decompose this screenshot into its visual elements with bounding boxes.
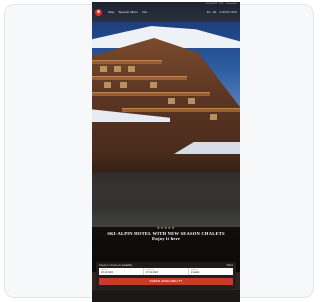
site-header: ✱ Stay Special offers Info EN · DE ☰ BOO… — [92, 2, 240, 22]
balcony — [122, 108, 240, 112]
star-rating: ★★★★★ — [156, 226, 176, 230]
guests-field[interactable]: Guests 2 Adults — [189, 268, 233, 275]
top-strip: +43 (0)5583 · 2222 Newsletter — [205, 3, 237, 5]
balcony — [92, 76, 187, 80]
offers-link[interactable]: Offers — [227, 264, 233, 267]
header-utility: EN · DE ☰ BOOK NOW — [207, 11, 237, 14]
balcony — [92, 92, 210, 96]
hero-headline: SKI-ALPIN HOTEL WITH NEW SEASON CHALETS … — [98, 231, 234, 242]
book-now-link[interactable]: ☰ BOOK NOW — [219, 11, 237, 14]
booking-label: Check-in / check-out availability — [99, 264, 133, 267]
check-availability-button[interactable]: CHECK AVAILABILITY — [99, 278, 233, 285]
guests-value: 2 Adults — [191, 271, 200, 274]
window — [114, 66, 121, 72]
page-footer-strip — [92, 290, 240, 302]
checkout-field[interactable]: Check-out 27.12.2024 — [144, 268, 189, 275]
balcony — [92, 60, 162, 64]
headline-line-2: Enjoy it here — [151, 236, 181, 242]
phone-number[interactable]: +43 (0)5583 · 2222 — [205, 3, 224, 5]
website-preview: ✱ Stay Special offers Info EN · DE ☰ BOO… — [92, 2, 240, 302]
checkin-field[interactable]: Check-in 20.12.2024 — [99, 268, 144, 275]
checkin-value: 20.12.2024 — [101, 271, 113, 274]
nav-item-info[interactable]: Info — [142, 10, 147, 14]
window — [150, 82, 157, 88]
booking-widget: Check-in / check-out availability Offers… — [96, 262, 236, 289]
nav-item-offers[interactable]: Special offers — [118, 10, 138, 14]
nav-item-stay[interactable]: Stay — [108, 10, 114, 14]
booking-fields: Check-in 20.12.2024 Check-out 27.12.2024… — [99, 268, 233, 275]
logo-icon: ✱ — [96, 9, 101, 14]
window — [188, 98, 195, 104]
hotel-logo[interactable]: ✱ — [95, 8, 102, 16]
newsletter-link[interactable]: Newsletter — [227, 3, 237, 5]
window — [100, 66, 107, 72]
window — [168, 98, 175, 104]
window — [210, 114, 217, 120]
window — [120, 82, 127, 88]
window — [128, 66, 135, 72]
window — [104, 82, 111, 88]
checkout-value: 27.12.2024 — [146, 271, 158, 274]
language-switch[interactable]: EN · DE — [207, 11, 217, 14]
hero-gradient-overlay — [92, 152, 240, 272]
main-nav: Stay Special offers Info — [108, 10, 147, 14]
